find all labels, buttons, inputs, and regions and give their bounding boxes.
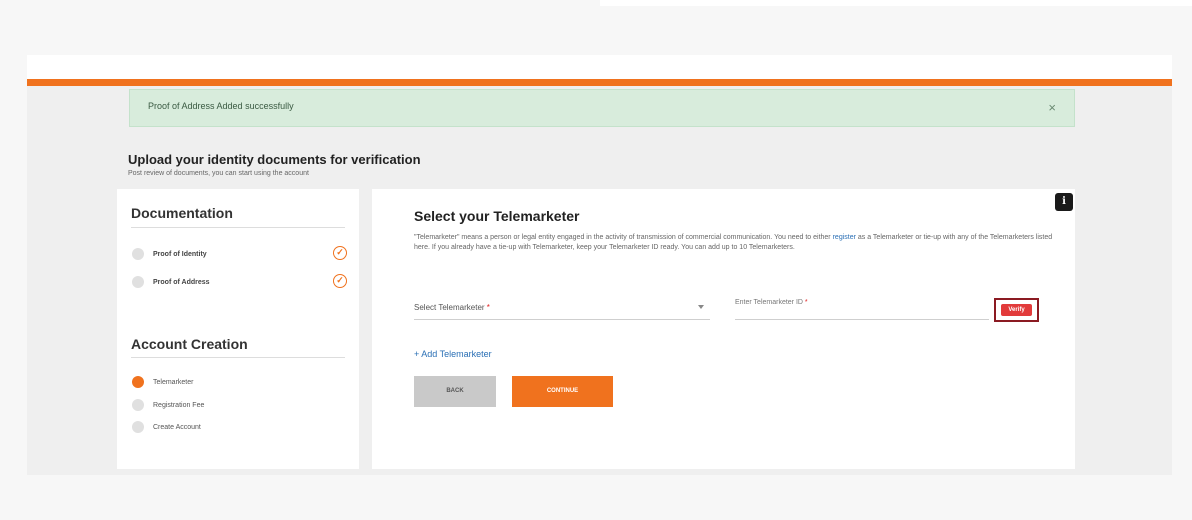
telemarketer-panel: Select your Telemarketer "Telemarketer" … [372,189,1075,469]
step-label: Telemarketer [153,378,194,386]
progress-sidebar: Documentation Proof of Identity ✓ Proof … [117,189,359,469]
status-dot [132,248,144,260]
continue-button[interactable]: CONTINUE [512,376,613,407]
step-dot [132,399,144,411]
check-circle-icon: ✓ [333,246,347,260]
step-telemarketer: Telemarketer [132,375,193,389]
verify-highlight: Verify [994,298,1039,322]
step-create-account: Create Account [132,420,201,434]
step-dot [132,421,144,433]
select-label: Select Telemarketer * [414,303,490,312]
register-link[interactable]: register [833,234,856,241]
divider [131,357,345,358]
app-frame: Proof of Address Added successfully × Up… [27,55,1172,475]
check-circle-icon: ✓ [333,274,347,288]
info-icon[interactable]: i [1055,193,1073,211]
success-alert: Proof of Address Added successfully × [129,89,1075,127]
step-label: Create Account [153,423,201,431]
verify-button[interactable]: Verify [1001,304,1032,316]
close-icon[interactable]: × [1048,100,1056,115]
header-bar [27,55,1172,79]
doc-item-proof-of-identity[interactable]: Proof of Identity [132,247,207,261]
back-button[interactable]: BACK [414,376,496,407]
section-description: "Telemarketer" means a person or legal e… [414,233,1054,253]
required-mark: * [486,303,490,312]
active-step-dot [132,376,144,388]
account-creation-title: Account Creation [131,336,248,352]
section-title: Select your Telemarketer [414,208,580,224]
doc-item-label: Proof of Identity [153,250,207,258]
description-text: "Telemarketer" means a person or legal e… [414,234,831,241]
add-telemarketer-link[interactable]: + Add Telemarketer [414,349,492,359]
doc-item-proof-of-address[interactable]: Proof of Address [132,275,210,289]
page-title: Upload your identity documents for verif… [128,152,421,167]
top-strip [600,0,1192,6]
page-subtitle: Post review of documents, you can start … [128,170,309,177]
doc-item-label: Proof of Address [153,278,210,286]
accent-bar [27,79,1172,86]
telemarketer-id-field[interactable]: Enter Telemarketer ID * [735,294,989,320]
divider [131,227,345,228]
step-label: Registration Fee [153,401,205,409]
id-field-label: Enter Telemarketer ID * [735,299,808,306]
required-mark: * [804,299,808,306]
telemarketer-select[interactable]: Select Telemarketer * [414,294,710,320]
step-registration-fee: Registration Fee [132,398,204,412]
alert-message: Proof of Address Added successfully [148,101,294,111]
documentation-title: Documentation [131,205,233,221]
status-dot [132,276,144,288]
chevron-down-icon [698,305,704,309]
